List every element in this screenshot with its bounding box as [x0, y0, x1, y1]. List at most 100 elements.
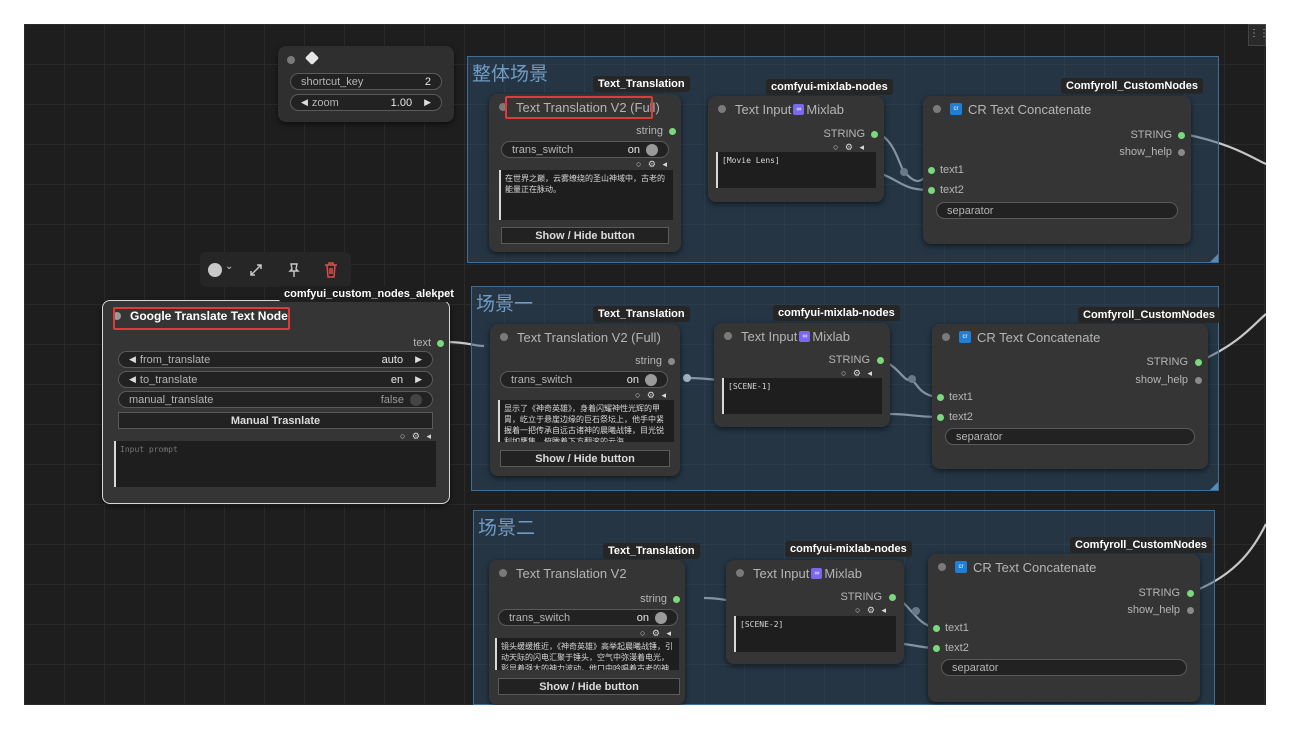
separator-field[interactable]: separator	[941, 659, 1187, 676]
show-hide-button[interactable]: Show / Hide button	[500, 450, 670, 467]
output-slot[interactable]	[1195, 377, 1202, 384]
output-slot[interactable]	[1195, 359, 1202, 366]
collapse-dot-icon[interactable]	[938, 563, 946, 571]
prev-option-icon[interactable]: ◀	[129, 354, 136, 365]
next-option-icon[interactable]: ▶	[415, 354, 422, 365]
input-slot[interactable]	[928, 167, 935, 174]
group-resize-handle[interactable]	[1210, 482, 1218, 490]
trans-switch-toggle[interactable]: trans_switch on	[498, 609, 678, 626]
output-slot[interactable]	[889, 594, 896, 601]
group-resize-handle[interactable]	[1210, 254, 1218, 262]
output-slot[interactable]	[437, 340, 444, 347]
text-translation-node[interactable]: Text Translation V2 (Full) string trans_…	[490, 324, 680, 476]
switch-value: on	[626, 373, 639, 386]
input-slot[interactable]	[928, 187, 935, 194]
output-slot[interactable]	[1178, 132, 1185, 139]
prompt-textarea[interactable]: 镜头缓缓推近，《神奇英雄》高举起晨曦战锤，引动天际的闪电汇聚于锤头，空气中弥漫着…	[495, 638, 679, 670]
from-translate-select[interactable]: ◀ from_translate auto ▶	[118, 351, 433, 368]
prompt-input-area[interactable]: Input prompt	[114, 441, 436, 487]
text-input-node[interactable]: Text Input ∞ Mixlab STRING ○ ⚙ ◂ [SCENE-2]	[726, 560, 904, 664]
input-slot[interactable]	[937, 394, 944, 401]
output-slot[interactable]	[871, 131, 878, 138]
group-title[interactable]: 场景一	[476, 289, 533, 316]
text-input-area[interactable]: [SCENE-2]	[734, 616, 896, 652]
output-slot[interactable]	[1178, 149, 1185, 156]
to-translate-select[interactable]: ◀ to_translate en ▶	[118, 371, 433, 388]
node-title-bar[interactable]: Text Translation V2 (Full)	[490, 324, 680, 350]
input-label: text2	[945, 642, 969, 654]
diamond-icon	[304, 50, 320, 66]
node-title-bar[interactable]: Text Input ∞ Mixlab	[726, 560, 904, 586]
cr-text-concatenate-node[interactable]: cr CR Text Concatenate STRING show_help t…	[923, 96, 1191, 244]
show-hide-button[interactable]: Show / Hide button	[501, 227, 669, 244]
output-slot[interactable]	[669, 128, 676, 135]
to-translate-label: to_translate	[139, 373, 198, 386]
text-input-area[interactable]: [Movie Lens]	[716, 152, 876, 188]
from-translate-label: from_translate	[139, 353, 211, 366]
cr-text-concatenate-node[interactable]: cr CR Text Concatenate STRING show_help t…	[928, 554, 1200, 702]
delete-icon[interactable]	[323, 261, 339, 279]
prompt-textarea[interactable]: 在世界之巅，云雾缭绕的圣山神域中，古老的能量正在脉动。	[499, 170, 673, 220]
toggle-knob	[410, 393, 422, 406]
text-input-node[interactable]: Text Input ∞ Mixlab STRING ○ ⚙ ◂ [SCENE-1]	[714, 323, 890, 427]
show-hide-button[interactable]: Show / Hide button	[498, 678, 680, 695]
collapse-dot-icon[interactable]	[718, 105, 726, 113]
output-slot[interactable]	[668, 358, 675, 365]
toggle-knob	[645, 373, 657, 386]
prev-option-icon[interactable]: ◀	[129, 374, 136, 385]
source-badge: Text_Translation	[603, 543, 700, 559]
manual-translate-button[interactable]: Manual Trasnlate	[118, 412, 433, 429]
node-title: Text Input	[741, 328, 798, 344]
trans-switch-toggle[interactable]: trans_switch on	[501, 141, 669, 158]
chevron-down-icon[interactable]: ⌄	[225, 261, 233, 272]
collapse-dot-icon[interactable]	[499, 569, 507, 577]
separator-field[interactable]: separator	[936, 202, 1178, 219]
text-input-area[interactable]: [SCENE-1]	[722, 378, 882, 414]
node-title-bar[interactable]: cr CR Text Concatenate	[928, 554, 1200, 580]
widget-icons[interactable]: ○ ⚙ ◂	[636, 159, 669, 170]
collapse-dot-icon[interactable]	[942, 333, 950, 341]
node-title-bar[interactable]: cr CR Text Concatenate	[923, 96, 1191, 122]
cr-text-concatenate-node[interactable]: cr CR Text Concatenate STRING show_help t…	[932, 324, 1208, 469]
node-title-bar[interactable]: cr CR Text Concatenate	[932, 324, 1208, 350]
more-icon[interactable]: ⋮⋮	[1248, 24, 1266, 46]
node-title-bar[interactable]: Text Translation V2	[489, 560, 685, 586]
mixlab-icon: ∞	[811, 567, 823, 579]
zoom-increase-icon[interactable]: ▶	[424, 97, 431, 108]
group-title[interactable]: 整体场景	[472, 59, 548, 86]
prompt-placeholder: Input prompt	[120, 445, 178, 454]
node-title-bar[interactable]: Text Input ∞ Mixlab	[714, 323, 890, 349]
output-slot[interactable]	[673, 596, 680, 603]
pin-icon[interactable]	[286, 262, 302, 278]
node-canvas[interactable]: shortcut_key 2 ◀ zoom 1.00 ▶ ⌄ 整体场景 场景一 …	[24, 24, 1266, 705]
widget-icons[interactable]: ○ ⚙ ◂	[855, 605, 888, 616]
input-slot[interactable]	[937, 414, 944, 421]
manual-translate-toggle[interactable]: manual_translate false	[118, 391, 433, 408]
node-title-bar[interactable]: Text Input ∞ Mixlab	[708, 96, 884, 122]
switch-label: trans_switch	[511, 373, 573, 386]
output-slot[interactable]	[1187, 590, 1194, 597]
output-slot[interactable]	[1187, 607, 1194, 614]
input-slot[interactable]	[933, 625, 940, 632]
color-circle-icon[interactable]	[208, 263, 222, 277]
collapse-dot-icon[interactable]	[724, 332, 732, 340]
text-input-node[interactable]: Text Input ∞ Mixlab STRING ○ ⚙ ◂ [Movie Le…	[708, 96, 884, 202]
zoom-decrease-icon[interactable]: ◀	[301, 97, 308, 108]
group-title[interactable]: 场景二	[478, 513, 535, 540]
text-translation-node[interactable]: Text Translation V2 string trans_switch …	[489, 560, 685, 705]
shortcut-key-field[interactable]: shortcut_key 2	[290, 73, 442, 90]
google-translate-node[interactable]: Google Translate Text Node text ◀ from_t…	[102, 300, 450, 504]
zoom-field[interactable]: ◀ zoom 1.00 ▶	[290, 94, 442, 111]
collapse-dot-icon[interactable]	[736, 569, 744, 577]
prompt-textarea[interactable]: 显示了《神奇英雄》，身着闪耀神性光辉的甲胄，屹立于悬崖边缘的巨石祭坛上，他手中紧…	[498, 400, 674, 442]
collapse-dot-icon[interactable]	[500, 333, 508, 341]
link-icon[interactable]	[248, 262, 264, 278]
separator-field[interactable]: separator	[945, 428, 1195, 445]
collapse-dot-icon[interactable]	[287, 56, 295, 64]
trans-switch-toggle[interactable]: trans_switch on	[500, 371, 668, 388]
source-badge: Comfyroll_CustomNodes	[1061, 78, 1204, 94]
output-slot[interactable]	[877, 357, 884, 364]
next-option-icon[interactable]: ▶	[415, 374, 422, 385]
input-slot[interactable]	[933, 645, 940, 652]
collapse-dot-icon[interactable]	[933, 105, 941, 113]
